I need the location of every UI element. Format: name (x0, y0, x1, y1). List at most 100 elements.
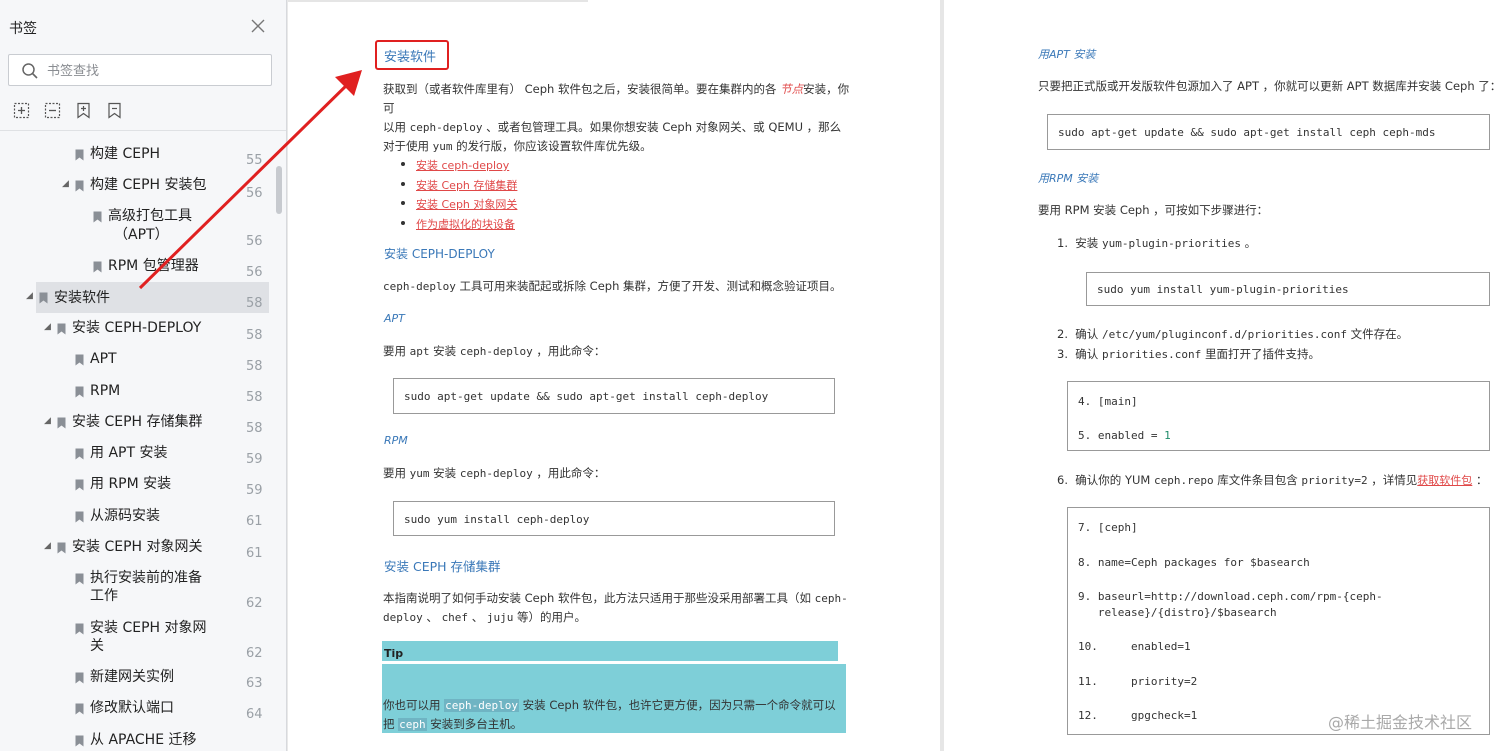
tree-item[interactable]: 从 APACHE 迁移 (0, 731, 270, 751)
tree-item[interactable]: RPM 58 (0, 382, 270, 405)
tree-item-page: 64 (246, 707, 263, 722)
tree-item[interactable]: APT 58 (0, 350, 270, 374)
tree-item-page: 61 (246, 546, 263, 561)
bookmark-icon (75, 354, 84, 366)
tree-item-label: 从 APACHE 迁移 (90, 732, 197, 748)
list-item: 安装 Ceph 对象网关 (400, 193, 517, 213)
collapse-caret-icon[interactable]: ◢ (44, 541, 51, 551)
tree-item-label: 执行安装前的准备 (90, 570, 202, 586)
bookmark-icon (75, 448, 84, 460)
tree-item[interactable]: 用 APT 安装 59 (0, 444, 270, 467)
tree-item[interactable]: 新建网关实例 63 (0, 668, 270, 691)
toc-link-list: 安装 ceph-deploy 安装 Ceph 存储集群 安装 Ceph 对象网关… (400, 154, 517, 232)
collapse-all-icon[interactable] (43, 101, 62, 120)
link-install-object-gateway[interactable]: 安装 Ceph 对象网关 (416, 198, 517, 211)
watermark: @稀土掘金技术社区 (1328, 713, 1473, 732)
tree-item-label: RPM (90, 383, 121, 399)
tip-heading: Tip (382, 641, 838, 661)
step-2: 2. 确认 /etc/yum/pluginconf.d/priorities.c… (1057, 327, 1409, 341)
tree-item[interactable]: 用 RPM 安装 59 (0, 475, 270, 498)
tree-item-page: 58 (246, 421, 263, 436)
code-block-ceph-repo: 7. [ceph] 8. name=Ceph packages for $bas… (1067, 507, 1490, 735)
pdf-reader-window: 书签 书签查找 构建 CEPH 55 ◢ 构建 CEPH 安装包 56 高级打包… (0, 0, 1512, 751)
tree-item[interactable]: 安装 CEPH 对象网 关 62 (0, 619, 270, 661)
link-install-storage-cluster[interactable]: 安装 Ceph 存储集群 (416, 179, 517, 192)
bookmark-icon (75, 180, 84, 192)
bookmark-icon (75, 479, 84, 491)
close-icon[interactable] (249, 17, 267, 35)
expand-all-icon[interactable] (12, 101, 31, 120)
step-3: 3. 确认 priorities.conf 里面打开了插件支持。 (1057, 347, 1320, 361)
link-block-device[interactable]: 作为虚拟化的块设备 (416, 218, 515, 231)
tree-item-page: 58 (246, 359, 263, 374)
code-block-rpm: sudo yum install ceph-deploy (393, 501, 835, 536)
apt-install-description: 只要把正式版或开发版软件包源加入了 APT ，你就可以更新 APT 数据库并安装… (1038, 79, 1502, 93)
add-bookmark-icon[interactable] (74, 101, 93, 120)
tree-item-label: 安装 CEPH 对象网 (90, 620, 207, 636)
collapse-caret-icon[interactable]: ◢ (44, 416, 51, 426)
get-packages-link[interactable]: 获取软件包 (1417, 474, 1472, 487)
collapse-caret-icon[interactable]: ◢ (26, 291, 33, 301)
bookmark-icon (93, 261, 102, 273)
tree-item-label: 安装 CEPH 存储集群 (72, 414, 203, 430)
tree-item[interactable]: ◢ 安装 CEPH-DEPLOY 58 (0, 319, 270, 343)
tree-item-page: 59 (246, 483, 263, 498)
tree-item[interactable]: ◢ 安装 CEPH 对象网关 61 (0, 538, 270, 561)
tree-item[interactable]: 执行安装前的准备 工作 62 (0, 569, 270, 611)
bookmark-icon (93, 211, 102, 223)
tree-item-label: APT (90, 351, 117, 367)
list-item: 安装 Ceph 存储集群 (400, 174, 517, 194)
subheading-rpm: RPM (384, 434, 408, 447)
tree-item[interactable]: ◢ 安装 CEPH 存储集群 58 (0, 413, 270, 436)
tree-item-label: 安装 CEPH-DEPLOY (72, 320, 202, 336)
rpm-description: 要用 yum 安装 ceph-deploy ，用此命令： (383, 466, 606, 480)
tree-item-label: 新建网关实例 (90, 669, 174, 685)
node-link[interactable]: 节点 (780, 82, 803, 96)
tree-item-page: 62 (246, 596, 263, 611)
subheading-install-with-rpm: 用RPM 安装 (1038, 172, 1099, 185)
section-heading-storage-cluster: 安装 CEPH 存储集群 (384, 559, 501, 574)
bookmark-icon (75, 735, 84, 747)
page-top-edge (288, 0, 588, 2)
link-install-ceph-deploy[interactable]: 安装 ceph-deploy (416, 159, 509, 172)
subheading-install-with-apt: 用APT 安装 (1038, 48, 1096, 61)
code-block-yum-plugin: sudo yum install yum-plugin-priorities (1086, 272, 1490, 306)
annotation-highlight-box (375, 40, 449, 70)
bookmark-icon (57, 417, 66, 429)
tree-item[interactable]: 从源码安装 61 (0, 507, 270, 529)
subheading-apt: APT (384, 312, 405, 325)
tree-item-label: 修改默认端口 (90, 700, 174, 716)
bookmark-icon (75, 623, 84, 635)
code-block-apt-install: sudo apt-get update && sudo apt-get inst… (1047, 114, 1490, 150)
bookmark-toolbar (12, 101, 124, 123)
tree-item-page: 58 (246, 390, 263, 405)
collapse-caret-icon[interactable]: ◢ (62, 179, 69, 189)
section-heading-ceph-deploy: 安装 CEPH-DEPLOY (384, 247, 495, 261)
list-item: 作为虚拟化的块设备 (400, 213, 517, 233)
intro-paragraph: 获取到（或者软件库里有） Ceph 软件包之后，安装很简单。要在集群内的各 节点… (383, 82, 850, 153)
code-block-apt: sudo apt-get update && sudo apt-get inst… (393, 378, 835, 414)
storage-description: 本指南说明了如何手动安装 Ceph 软件包，此方法只适用于那些没采用部署工具（如… (383, 591, 848, 624)
bookmark-icon (57, 542, 66, 554)
tree-item-label-line2: 工作 (90, 588, 118, 604)
tip-text: 你也可以用 ceph-deploy 安装 Ceph 软件包，也许它更方便，因为只… (383, 698, 836, 731)
tree-item-label: 从源码安装 (90, 508, 160, 524)
tree-item-page: 58 (246, 328, 263, 343)
rpm-install-description: 要用 RPM 安装 Ceph ，可按如下步骤进行： (1038, 203, 1269, 217)
code-block-priorities-conf: 4. [main] 5. enabled = 1 (1067, 381, 1490, 451)
ceph-deploy-description: ceph-deploy 工具可用来装配起或拆除 Ceph 集群，方便了开发、测试… (383, 279, 842, 293)
bookmark-icon (75, 573, 84, 585)
tree-item-label: 安装 CEPH 对象网关 (72, 539, 203, 555)
sidebar-title: 书签 (9, 21, 37, 37)
step-1: 1. 安装 yum-plugin-priorities 。 (1057, 236, 1257, 250)
remove-bookmark-icon[interactable] (105, 101, 124, 120)
bookmark-icon (75, 511, 84, 523)
tree-item-page: 59 (246, 452, 263, 467)
bookmark-icon (39, 292, 48, 304)
collapse-caret-icon[interactable]: ◢ (44, 322, 51, 332)
tree-item[interactable]: 修改默认端口 64 (0, 699, 270, 722)
annotation-arrow (138, 70, 362, 290)
tree-item-page: 63 (246, 676, 263, 691)
tree-item-label: 安装软件 (54, 290, 110, 306)
tree-item-label: 用 RPM 安装 (90, 476, 172, 492)
